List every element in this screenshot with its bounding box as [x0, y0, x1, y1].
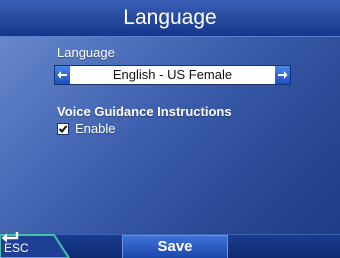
previous-language-button[interactable] [55, 66, 70, 84]
save-button[interactable]: Save [122, 235, 228, 258]
esc-button[interactable]: ESC [0, 232, 70, 258]
next-language-button[interactable] [275, 66, 290, 84]
selected-language: English - US Female [112, 67, 233, 82]
page-title: Language [123, 6, 217, 29]
voice-guidance-label: Voice Guidance Instructions [57, 104, 232, 119]
return-arrow-icon [1, 232, 19, 243]
screen: Language Language English - US Female Vo… [0, 0, 340, 258]
title-bar: Language [0, 0, 340, 37]
checkmark-icon [58, 125, 68, 133]
language-selector[interactable]: English - US Female [54, 65, 291, 85]
save-button-label: Save [157, 238, 193, 255]
right-arrow-icon [278, 71, 288, 79]
language-label: Language [57, 45, 115, 60]
enable-checkbox[interactable] [57, 123, 69, 135]
enable-label: Enable [75, 121, 116, 136]
left-arrow-icon [57, 71, 67, 79]
